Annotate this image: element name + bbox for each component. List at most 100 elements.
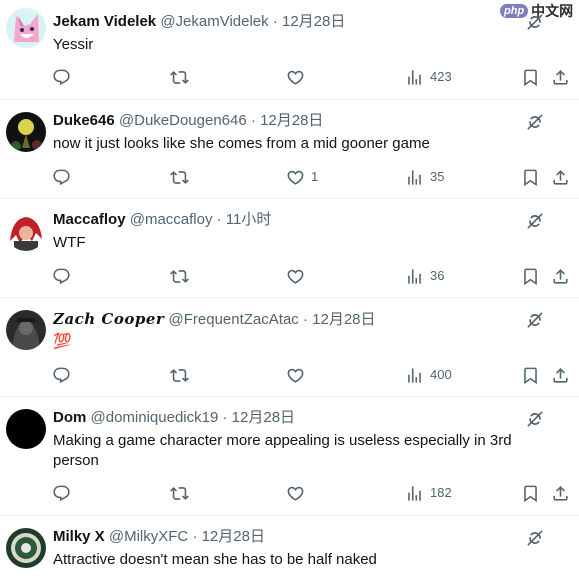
separator: ·	[272, 13, 278, 30]
avatar[interactable]	[6, 112, 46, 152]
like-count: 1	[311, 169, 319, 184]
bookmark-button[interactable]	[521, 483, 540, 503]
grok-icon[interactable]	[525, 12, 545, 32]
user-handle[interactable]: @JekamVidelek	[160, 13, 268, 30]
share-button[interactable]	[551, 483, 570, 503]
grok-icon[interactable]	[525, 211, 545, 231]
tweet[interactable]: Dom @dominiquedick19 · 12月28日 Making a g…	[0, 397, 579, 516]
bookmark-button[interactable]	[521, 266, 540, 286]
like-button[interactable]: 1	[286, 167, 318, 187]
like-button[interactable]	[286, 483, 311, 503]
display-name[interactable]: Maccafloy	[53, 211, 126, 228]
reply-button[interactable]	[52, 483, 77, 503]
display-name[interactable]: Duke646	[53, 112, 115, 129]
reply-icon	[52, 267, 71, 286]
tweet-date[interactable]: 11小时	[226, 211, 272, 228]
tweet-header: Dom @dominiquedick19 · 12月28日	[53, 408, 529, 428]
share-icon	[551, 366, 570, 385]
tweet-header: Jekam Videlek @JekamVidelek · 12月28日	[53, 12, 529, 32]
retweet-button[interactable]	[170, 266, 195, 286]
avatar[interactable]	[6, 409, 46, 449]
grok-icon[interactable]	[525, 112, 545, 132]
views-button[interactable]: 36	[405, 266, 444, 286]
share-button[interactable]	[551, 365, 570, 385]
avatar[interactable]	[6, 310, 46, 350]
avatar[interactable]	[6, 211, 46, 251]
heart-icon	[286, 68, 305, 87]
grok-icon[interactable]	[525, 310, 545, 330]
grok-icon[interactable]	[525, 409, 545, 429]
share-button[interactable]	[551, 67, 570, 87]
user-handle[interactable]: @FrequentZacAtac	[169, 311, 299, 328]
tweet-text: now it just looks like she comes from a …	[53, 135, 430, 152]
views-icon	[405, 168, 424, 187]
share-button[interactable]	[551, 167, 570, 187]
user-handle[interactable]: @dominiquedick19	[91, 409, 219, 426]
tweet-header: Duke646 @DukeDougen646 · 12月28日	[53, 111, 529, 131]
tweet-header: Milky X @MilkyXFC · 12月28日	[53, 527, 529, 547]
tweet-actions: 400	[0, 365, 579, 385]
tweet-actions: 182	[0, 483, 579, 503]
tweet-actions: 36	[0, 266, 579, 286]
views-button[interactable]: 400	[405, 365, 452, 385]
tweet-date[interactable]: 12月28日	[312, 311, 375, 328]
share-icon	[551, 68, 570, 87]
retweet-button[interactable]	[170, 483, 195, 503]
tweet[interactable]: Maccafloy @maccafloy · 11小时 WTF 36	[0, 199, 579, 298]
tweet-header: Zach Cooper @FrequentZacAtac · 12月28日	[53, 309, 529, 329]
reply-button[interactable]	[52, 266, 77, 286]
views-button[interactable]: 182	[405, 483, 452, 503]
bookmark-icon	[521, 267, 540, 286]
tweet-text: 💯	[53, 333, 72, 350]
bookmark-icon	[521, 68, 540, 87]
user-handle[interactable]: @MilkyXFC	[109, 528, 188, 545]
bookmark-button[interactable]	[521, 167, 540, 187]
reply-button[interactable]	[52, 67, 77, 87]
share-icon	[551, 168, 570, 187]
tweet[interactable]: Jekam Videlek @JekamVidelek · 12月28日 Yes…	[0, 0, 579, 100]
tweet-date[interactable]: 12月28日	[202, 528, 265, 545]
like-button[interactable]	[286, 266, 311, 286]
reply-icon	[52, 68, 71, 87]
tweet-text: WTF	[53, 234, 86, 251]
retweet-icon	[170, 267, 189, 286]
bookmark-icon	[521, 366, 540, 385]
display-name[interactable]: Jekam Videlek	[53, 13, 156, 30]
display-name[interactable]: Zach Cooper	[53, 310, 164, 328]
retweet-button[interactable]	[170, 365, 195, 385]
tweet-text: Yessir	[53, 36, 94, 53]
like-button[interactable]	[286, 67, 311, 87]
user-handle[interactable]: @maccafloy	[130, 211, 213, 228]
views-count: 36	[430, 268, 445, 283]
avatar[interactable]	[6, 8, 46, 48]
tweet[interactable]: Duke646 @DukeDougen646 · 12月28日 now it j…	[0, 100, 579, 199]
tweet-date[interactable]: 12月28日	[260, 112, 323, 129]
views-icon	[405, 366, 424, 385]
display-name[interactable]: Milky X	[53, 528, 105, 545]
tweet-date[interactable]: 12月28日	[232, 409, 295, 426]
reply-button[interactable]	[52, 167, 77, 187]
like-button[interactable]	[286, 365, 311, 385]
views-button[interactable]: 35	[405, 167, 444, 187]
bookmark-button[interactable]	[521, 67, 540, 87]
views-icon	[405, 484, 424, 503]
tweet[interactable]: Milky X @MilkyXFC · 12月28日 Attractive do…	[0, 516, 579, 579]
bookmark-icon	[521, 484, 540, 503]
user-handle[interactable]: @DukeDougen646	[119, 112, 247, 129]
retweet-button[interactable]	[170, 167, 195, 187]
views-icon	[405, 68, 424, 87]
grok-icon[interactable]	[525, 528, 545, 548]
tweet[interactable]: Zach Cooper @FrequentZacAtac · 12月28日 💯 …	[0, 298, 579, 397]
tweet-date[interactable]: 12月28日	[282, 13, 345, 30]
views-button[interactable]: 423	[405, 67, 452, 87]
bookmark-button[interactable]	[521, 365, 540, 385]
separator: ·	[216, 211, 222, 228]
avatar[interactable]	[6, 528, 46, 568]
retweet-button[interactable]	[170, 67, 195, 87]
share-button[interactable]	[551, 266, 570, 286]
views-count: 182	[430, 485, 452, 500]
views-count: 423	[430, 69, 452, 84]
reply-button[interactable]	[52, 365, 77, 385]
retweet-icon	[170, 366, 189, 385]
display-name[interactable]: Dom	[53, 409, 86, 426]
